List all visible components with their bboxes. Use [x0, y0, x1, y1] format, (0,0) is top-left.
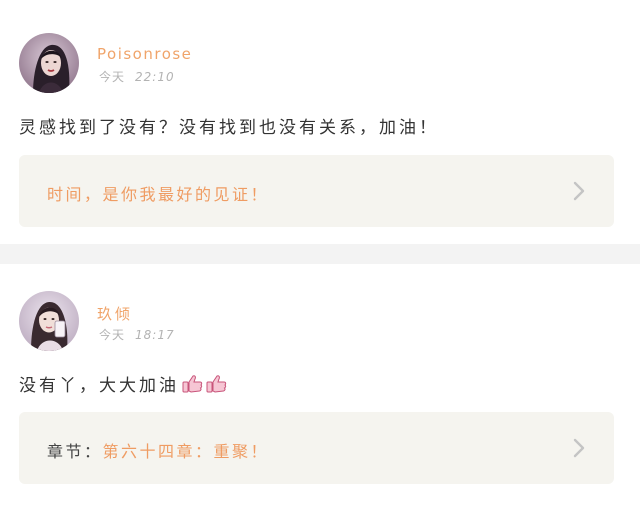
section-divider [0, 244, 640, 264]
reference-prefix: 章节： [47, 442, 103, 461]
reference-text: 章节：第六十四章：重聚！ [47, 438, 269, 462]
time-value: 22:10 [135, 70, 175, 84]
time-label: 今天 [99, 328, 126, 342]
comment-text: 灵感找到了没有？没有找到也没有关系，加油！ [19, 118, 439, 138]
comment-card: 玖倾 今天 18:17 没有丫，大大加油 章节：第六十四章：重聚！ [0, 264, 640, 505]
reference-title: 第六十四章：重聚！ [102, 442, 270, 461]
reference-text: 时间，是你我最好的见证！ [47, 181, 269, 205]
time-label: 今天 [99, 70, 126, 84]
username[interactable]: Poisonrose [97, 45, 192, 63]
avatar[interactable] [19, 33, 79, 93]
chevron-right-icon [572, 181, 586, 201]
comment-text: 没有丫，大大加油 [19, 371, 227, 399]
thumbs-up-icon [205, 374, 227, 399]
thumbs-up-icon [181, 374, 203, 399]
comment-card: Poisonrose 今天 22:10 灵感找到了没有？没有找到也没有关系，加油！… [0, 0, 640, 244]
chapter-reference-link[interactable]: 章节：第六十四章：重聚！ [19, 412, 614, 484]
comment-feed: Poisonrose 今天 22:10 灵感找到了没有？没有找到也没有关系，加油！… [0, 0, 640, 505]
avatar[interactable] [19, 291, 79, 351]
chevron-right-icon [572, 438, 586, 458]
comment-body: 没有丫，大大加油 [19, 376, 179, 396]
time-value: 18:17 [135, 328, 175, 342]
username[interactable]: 玖倾 [97, 303, 133, 324]
timestamp: 今天 22:10 [99, 68, 175, 85]
chapter-reference-link[interactable]: 时间，是你我最好的见证！ [19, 155, 614, 227]
reference-title: 时间，是你我最好的见证！ [47, 185, 270, 204]
timestamp: 今天 18:17 [99, 326, 175, 343]
